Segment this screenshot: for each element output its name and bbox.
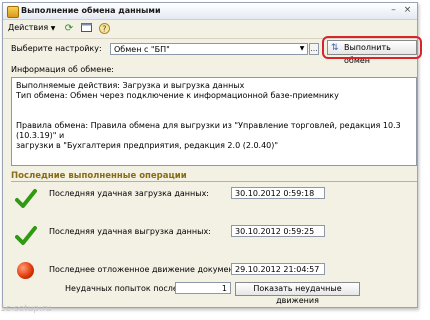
- title-bar: Выполнение обмена данными – ×: [3, 3, 417, 20]
- info-line: загрузки в "Бухгалтерия предприятия, ред…: [16, 141, 279, 150]
- window-icon[interactable]: [80, 23, 92, 35]
- last-unload-label: Последняя удачная выгрузка данных:: [49, 227, 211, 236]
- minimize-button[interactable]: –: [388, 5, 399, 16]
- settings-label: Выберите настройку:: [11, 44, 102, 53]
- chevron-down-icon: ▼: [50, 25, 56, 32]
- section-divider: [11, 181, 417, 182]
- watermark: 1c-setup.ru: [0, 304, 52, 314]
- failed-attempts-value: 1: [175, 282, 231, 294]
- deferred-datetime: 29.10.2012 21:04:57: [231, 263, 325, 275]
- refresh-icon[interactable]: ⟳: [63, 23, 75, 35]
- show-failed-button[interactable]: Показать неудачные движения: [235, 282, 360, 305]
- info-label: Информация об обмене:: [11, 65, 114, 74]
- actions-menu[interactable]: Действия ▼: [8, 23, 55, 32]
- failed-attempts-label: Неудачных попыток после:: [65, 284, 181, 293]
- select-ellipsis-button[interactable]: …: [309, 43, 319, 55]
- window-title: Выполнение обмена данными: [21, 6, 161, 15]
- settings-combo[interactable]: Обмен с "БП" ▼: [110, 43, 308, 55]
- info-line: Выполняемые действия: Загрузка и выгрузк…: [16, 81, 245, 90]
- close-button[interactable]: ×: [402, 5, 413, 16]
- section-title: Последние выполненные операции: [11, 171, 187, 181]
- last-unload-datetime: 30.10.2012 0:59:25: [231, 225, 325, 237]
- settings-combo-value: Обмен с "БП": [114, 45, 170, 54]
- info-textbox[interactable]: Выполняемые действия: Загрузка и выгрузк…: [11, 77, 417, 166]
- app-icon: [7, 6, 19, 18]
- last-load-label: Последняя удачная загрузка данных:: [49, 189, 209, 198]
- help-icon[interactable]: ?: [98, 23, 110, 35]
- svg-text:?: ?: [102, 25, 106, 34]
- exchange-window: Выполнение обмена данными – × Действия ▼…: [2, 2, 422, 308]
- info-line: Тип обмена: Обмен через подключение к ин…: [16, 91, 339, 100]
- last-load-datetime: 30.10.2012 0:59:18: [231, 187, 325, 199]
- success-check-icon: [15, 226, 37, 245]
- success-check-icon: [15, 189, 37, 208]
- info-line: Правила обмена: Правила обмена для выгру…: [16, 121, 401, 140]
- deferred-label: Последнее отложенное движение документов…: [49, 265, 251, 274]
- chevron-down-icon[interactable]: ▼: [297, 44, 307, 54]
- highlight-annotation: [322, 36, 422, 59]
- actions-menu-label: Действия: [8, 23, 49, 32]
- error-status-icon: [17, 262, 34, 279]
